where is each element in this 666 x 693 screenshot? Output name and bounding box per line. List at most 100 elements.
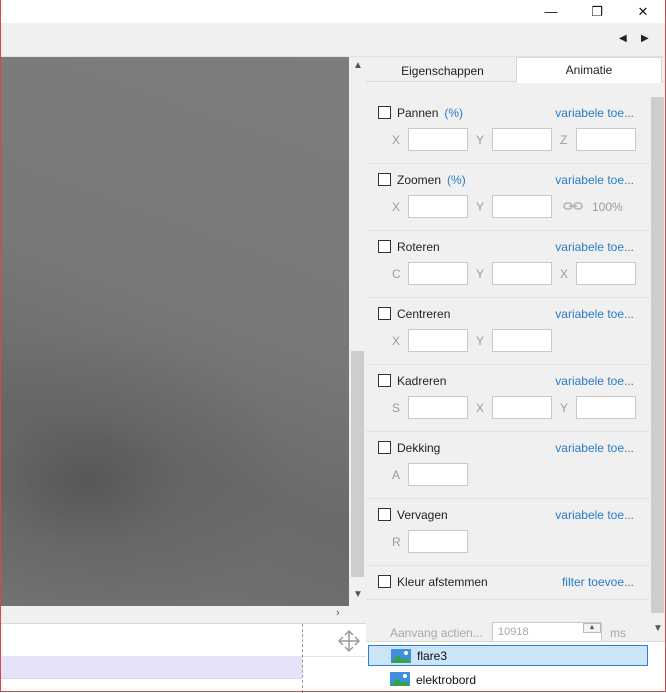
vervagen-axis-label: R [392, 535, 401, 549]
zoomen-axis-label: X [392, 200, 401, 214]
kadreren-axis-label: S [392, 401, 401, 415]
restore-button[interactable]: ❐ [574, 0, 620, 23]
dekking-a-field[interactable] [408, 463, 468, 486]
layer-name: flare3 [417, 648, 448, 663]
animation-settings: Pannen (%) variabele toe... X Y Z Zoomen(… [366, 97, 649, 639]
zoom-ratio-value: 100% [592, 200, 623, 214]
centreren-axis-label: X [392, 334, 401, 348]
scroll-down-icon[interactable]: ▼ [653, 623, 663, 634]
scroll-left-icon[interactable]: ◀ [619, 33, 627, 44]
properties-panel: Eigenschappen Animatie Pannen (%) variabe… [366, 57, 666, 692]
kadreren-axis-label: Y [560, 401, 569, 415]
close-button[interactable]: ✕ [620, 0, 666, 23]
kadreren-y-field[interactable] [576, 396, 636, 419]
scrollbar-thumb[interactable] [351, 351, 364, 577]
zoomen-y-field[interactable] [492, 195, 552, 218]
kleur-filter-link[interactable]: filter toevoe... [562, 575, 634, 589]
zoomen-checkbox[interactable] [378, 173, 391, 186]
start-action-unit: ms [610, 626, 626, 640]
section-kadreren: Kadreren variabele toe... S X Y [366, 365, 649, 432]
section-roteren: Roteren variabele toe... C Y X [366, 231, 649, 298]
timeline-track-selected[interactable] [0, 656, 302, 679]
zoomen-x-field[interactable] [408, 195, 468, 218]
kadreren-axis-label: X [476, 401, 485, 415]
pannen-axis-label: Y [476, 133, 485, 147]
spin-up-icon[interactable]: ▲ [583, 623, 601, 633]
centreren-variable-link[interactable]: variabele toe... [555, 307, 634, 321]
preview-horizontal-scrollbar[interactable]: › [0, 606, 366, 623]
scroll-up-icon[interactable]: ▲ [353, 60, 363, 71]
roteren-x-field[interactable] [576, 262, 636, 285]
scroll-down-icon[interactable]: ▼ [353, 589, 363, 600]
layer-list: flare3 elektrobord [366, 641, 666, 692]
pannen-z-field[interactable] [576, 128, 636, 151]
roteren-checkbox[interactable] [378, 240, 391, 253]
pannen-label: Pannen (%) [397, 106, 464, 120]
scrollbar-thumb[interactable] [651, 97, 664, 613]
link-ratio-icon[interactable] [563, 201, 583, 211]
kadreren-label: Kadreren [397, 374, 447, 388]
panel-vertical-scrollbar[interactable]: ▼ [649, 97, 666, 639]
kadreren-checkbox[interactable] [378, 374, 391, 387]
centreren-checkbox[interactable] [378, 307, 391, 320]
centreren-label: Centreren [397, 307, 451, 321]
roteren-variable-link[interactable]: variabele toe... [555, 240, 634, 254]
start-action-row: Aanvang actien... 10918 ▲ ms [366, 617, 649, 641]
dekking-label: Dekking [397, 441, 441, 455]
vervagen-r-field[interactable] [408, 530, 468, 553]
preview-canvas[interactable] [0, 57, 349, 606]
section-pannen: Pannen (%) variabele toe... X Y Z [366, 97, 649, 164]
section-dekking: Dekking variabele toe... A [366, 432, 649, 499]
title-bar: — ❐ ✕ [0, 0, 666, 23]
scroll-right-arrow-icon[interactable]: › [336, 607, 340, 619]
centreren-axis-label: Y [476, 334, 485, 348]
image-thumbnail-icon [391, 649, 411, 663]
panel-tabs: Eigenschappen Animatie [366, 57, 666, 83]
layer-item-flare3[interactable]: flare3 [368, 645, 648, 666]
roteren-axis-label: Y [476, 267, 485, 281]
start-action-label: Aanvang actien... [390, 626, 483, 640]
tab-eigenschappen[interactable]: Eigenschappen [368, 60, 517, 82]
tab-animatie[interactable]: Animatie [516, 57, 662, 83]
scroll-right-icon[interactable]: ▶ [641, 33, 649, 44]
preview-vertical-scrollbar[interactable]: ▲ ▼ [349, 57, 366, 606]
minimize-button[interactable]: — [528, 0, 574, 23]
toolbar: ◀ ▶ [0, 23, 666, 57]
roteren-axis-label: C [392, 267, 401, 281]
zoomen-variable-link[interactable]: variabele toe... [555, 173, 634, 187]
roteren-c-field[interactable] [408, 262, 468, 285]
timeline-cursor[interactable] [302, 624, 303, 693]
section-vervagen: Vervagen variabele toe... R [366, 499, 649, 566]
layer-item-elektrobord[interactable]: elektrobord [368, 669, 648, 690]
pannen-x-field[interactable] [408, 128, 468, 151]
kadreren-variable-link[interactable]: variabele toe... [555, 374, 634, 388]
pannen-axis-label: X [392, 133, 401, 147]
section-centreren: Centreren variabele toe... X Y [366, 298, 649, 365]
roteren-axis-label: X [560, 267, 569, 281]
pannen-variable-link[interactable]: variabele toe... [555, 106, 634, 120]
centreren-y-field[interactable] [492, 329, 552, 352]
roteren-label: Roteren [397, 240, 440, 254]
kadreren-s-field[interactable] [408, 396, 468, 419]
zoomen-label: Zoomen (%) [397, 173, 466, 187]
kadreren-x-field[interactable] [492, 396, 552, 419]
pannen-y-field[interactable] [492, 128, 552, 151]
vervagen-checkbox[interactable] [378, 508, 391, 521]
kleur-afstemmen-label: Kleur afstemmen [397, 575, 488, 589]
centreren-x-field[interactable] [408, 329, 468, 352]
kleur-afstemmen-checkbox[interactable] [378, 575, 391, 588]
roteren-y-field[interactable] [492, 262, 552, 285]
dekking-checkbox[interactable] [378, 441, 391, 454]
section-kleur-afstemmen: Kleur afstemmen filter toevoe... [366, 566, 649, 600]
pannen-axis-label: Z [560, 133, 568, 147]
vervagen-label: Vervagen [397, 508, 448, 522]
section-zoomen: Zoomen (%) variabele toe... X Y 100% [366, 164, 649, 231]
layer-name: elektrobord [416, 672, 477, 687]
pannen-checkbox[interactable] [378, 106, 391, 119]
timeline[interactable] [0, 623, 366, 693]
image-thumbnail-icon [390, 672, 410, 686]
move-icon[interactable] [336, 628, 362, 654]
vervagen-variable-link[interactable]: variabele toe... [555, 508, 634, 522]
dekking-variable-link[interactable]: variabele toe... [555, 441, 634, 455]
zoomen-axis-label: Y [476, 200, 485, 214]
